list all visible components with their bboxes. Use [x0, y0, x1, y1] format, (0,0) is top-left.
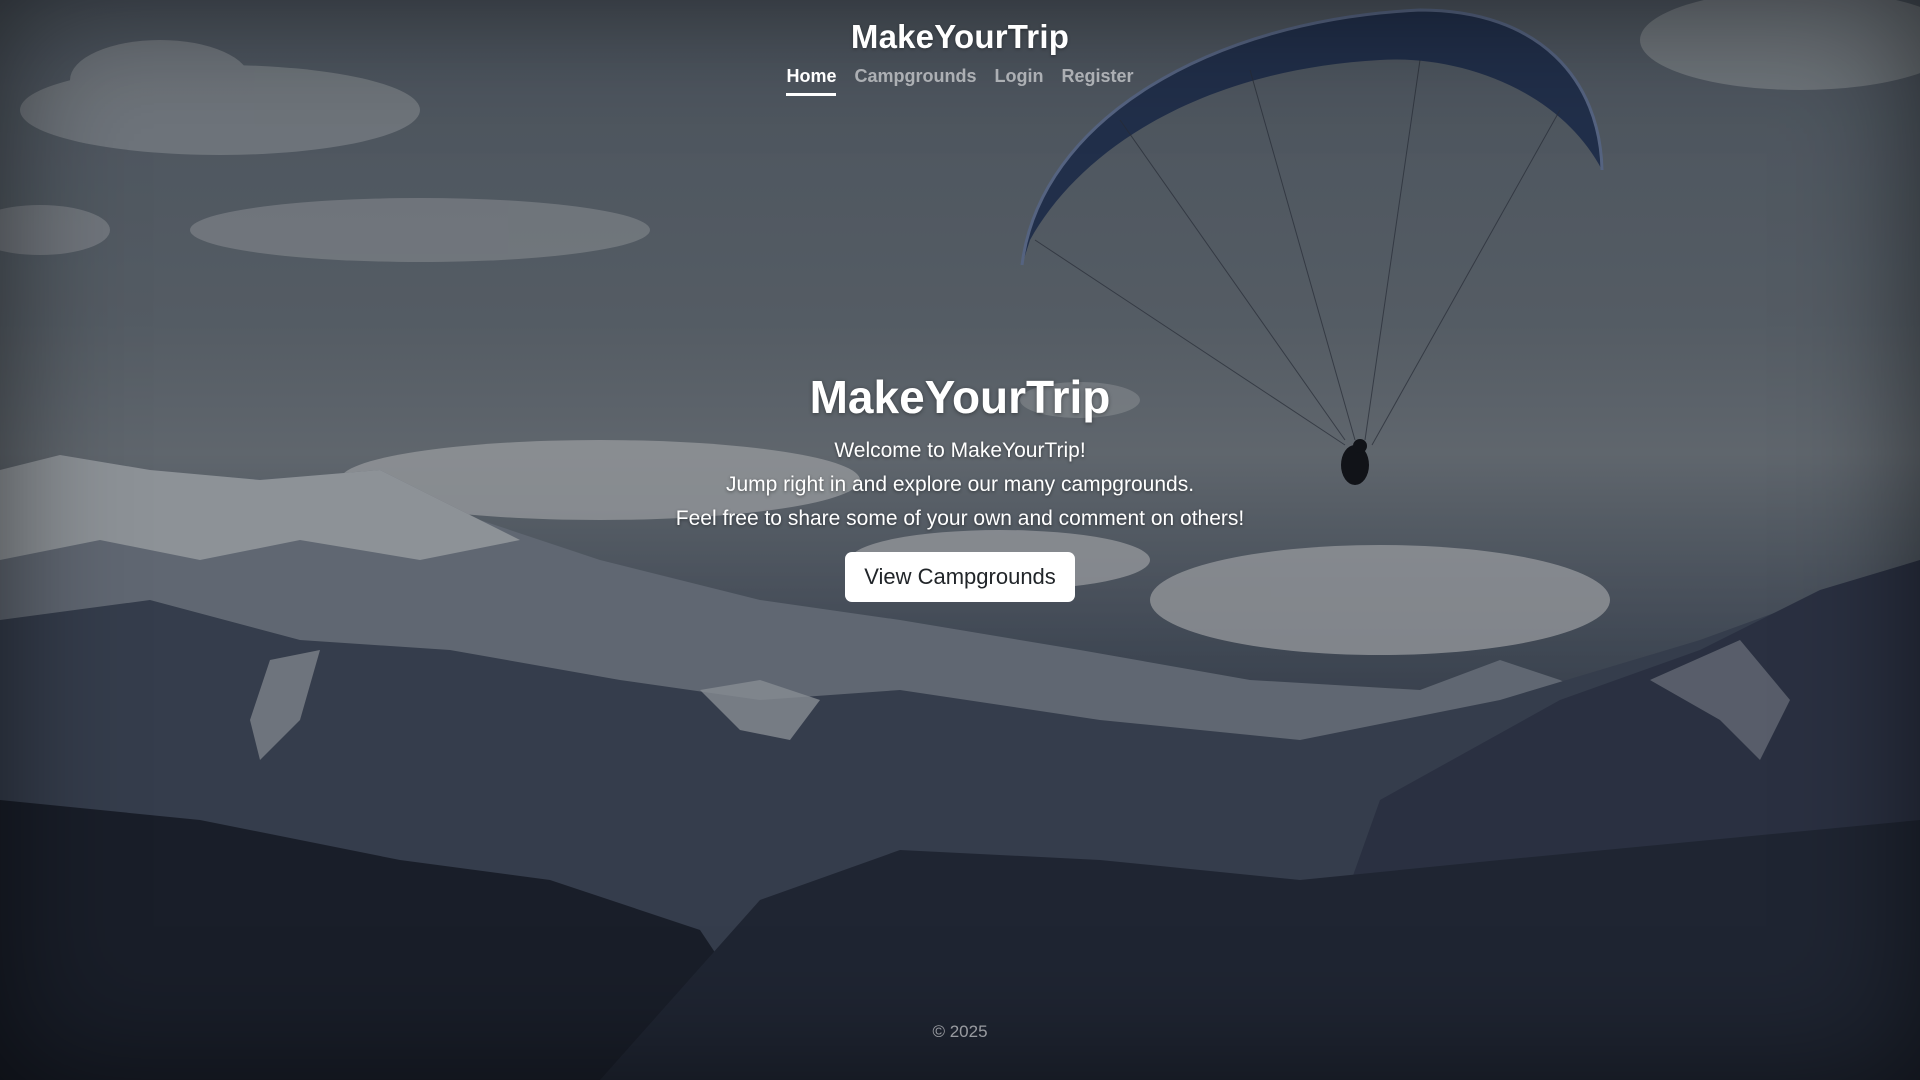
view-campgrounds-button[interactable]: View Campgrounds: [845, 552, 1075, 602]
main-nav: Home Campgrounds Login Register: [786, 66, 1134, 96]
hero-welcome-text: Welcome to MakeYourTrip!: [834, 439, 1086, 462]
hero-title: MakeYourTrip: [809, 371, 1111, 423]
brand-logo[interactable]: MakeYourTrip: [786, 18, 1133, 56]
page-content: MakeYourTrip Home Campgrounds Login Regi…: [0, 0, 1920, 1080]
nav-register[interactable]: Register: [1061, 66, 1133, 96]
nav-campgrounds[interactable]: Campgrounds: [854, 66, 976, 96]
hero-explore-text: Jump right in and explore our many campg…: [725, 473, 1195, 496]
copyright-text: © 2025: [932, 1022, 988, 1041]
site-header: MakeYourTrip Home Campgrounds Login Regi…: [786, 18, 1134, 96]
hero-share-text: Feel free to share some of your own and …: [675, 507, 1245, 530]
landing-page: MakeYourTrip Home Campgrounds Login Regi…: [0, 0, 1920, 1080]
nav-login[interactable]: Login: [995, 66, 1044, 96]
hero-section: MakeYourTrip Welcome to MakeYourTrip! Ju…: [676, 370, 1244, 602]
nav-home[interactable]: Home: [786, 66, 837, 96]
site-footer: © 2025: [0, 1022, 1920, 1042]
